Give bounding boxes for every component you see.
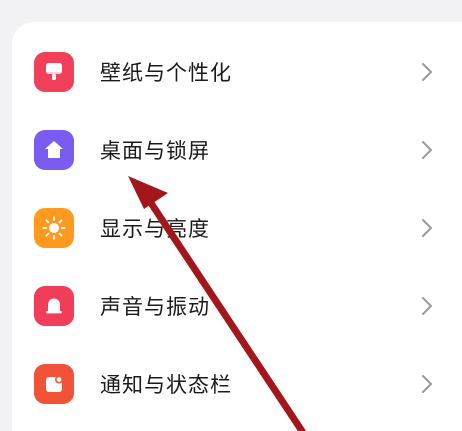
chevron-right-icon — [422, 297, 432, 315]
settings-card: 壁纸与个性化 桌面与锁屏 显示与亮度 声音与振动 通知与状态栏 — [12, 22, 462, 431]
settings-item-desktop-lockscreen[interactable]: 桌面与锁屏 — [12, 111, 462, 189]
notification-icon — [34, 364, 74, 404]
wallpaper-icon — [34, 52, 74, 92]
settings-item-notifications-statusbar[interactable]: 通知与状态栏 — [12, 345, 462, 423]
chevron-right-icon — [422, 219, 432, 237]
chevron-right-icon — [422, 63, 432, 81]
settings-item-label: 显示与亮度 — [100, 217, 210, 241]
bell-icon — [34, 286, 74, 326]
settings-item-label: 声音与振动 — [100, 295, 210, 319]
chevron-right-icon — [422, 375, 432, 393]
settings-item-display-brightness[interactable]: 显示与亮度 — [12, 189, 462, 267]
settings-screen: 壁纸与个性化 桌面与锁屏 显示与亮度 声音与振动 通知与状态栏 — [0, 0, 462, 431]
chevron-right-icon — [422, 141, 432, 159]
settings-item-wallpaper[interactable]: 壁纸与个性化 — [12, 33, 462, 111]
settings-item-label: 桌面与锁屏 — [100, 139, 210, 163]
settings-item-sound-vibration[interactable]: 声音与振动 — [12, 267, 462, 345]
sun-icon — [34, 208, 74, 248]
home-icon — [34, 130, 74, 170]
settings-item-label: 壁纸与个性化 — [100, 61, 232, 85]
settings-item-label: 通知与状态栏 — [100, 373, 232, 397]
